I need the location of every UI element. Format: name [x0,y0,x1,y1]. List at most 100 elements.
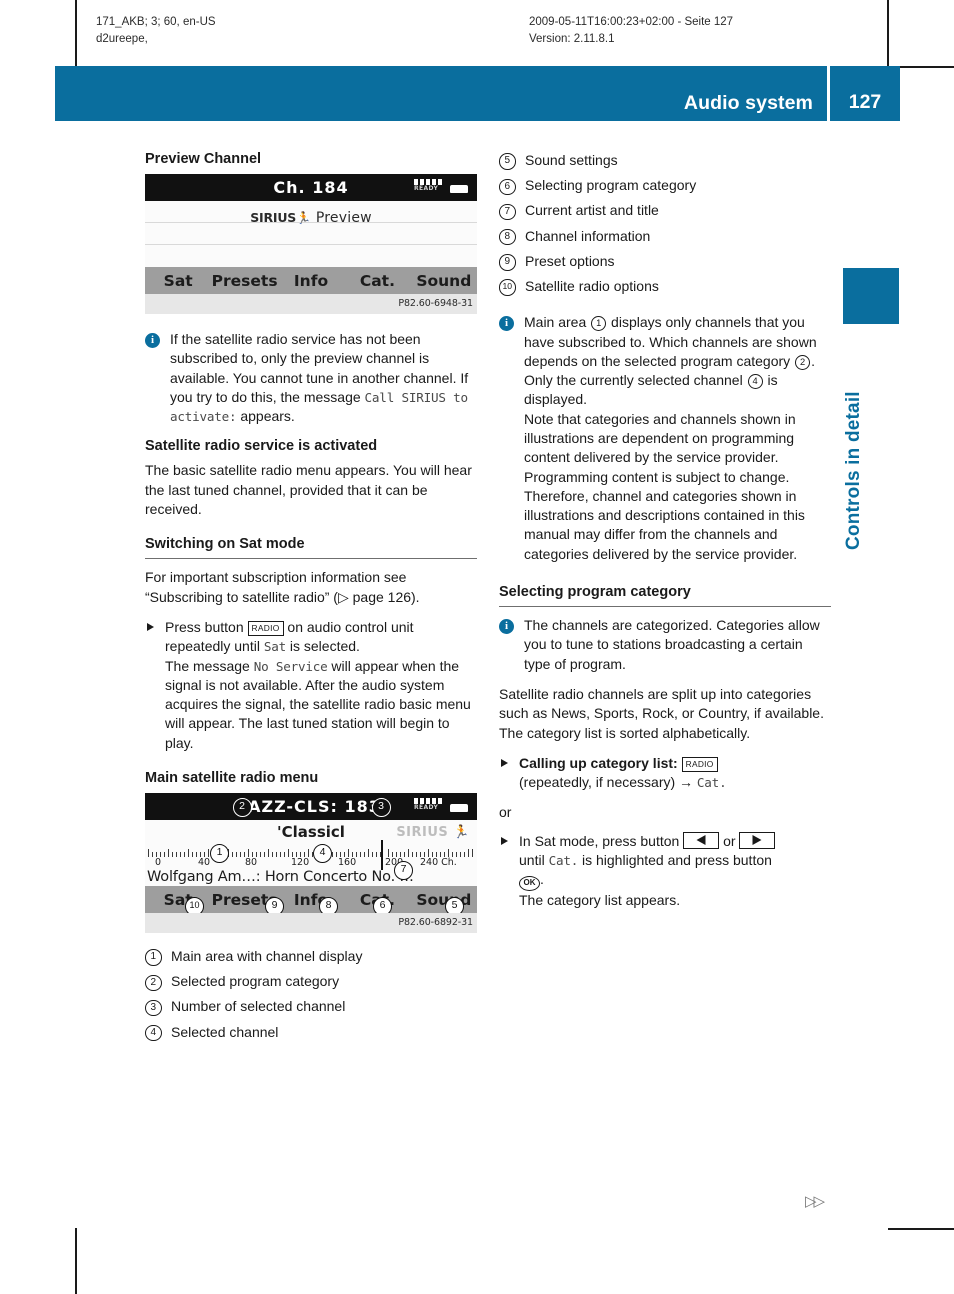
tick-160: 160 [338,857,357,869]
legend-item-8: 8 Channel information [499,224,831,249]
step-lead-text: Press button [165,618,248,635]
callout-1: 1 [210,844,229,864]
step-sat-or: or [719,832,740,849]
current-artist-title: Wolfgang Am…: Horn Concerto No. … [147,869,414,886]
legend-label-3: Number of selected channel [171,998,346,1015]
legend-label-4: Selected channel [171,1023,279,1040]
callout-2: 2 [233,798,252,818]
legend-item-3: 3 Number of selected channel [145,994,477,1019]
side-tab-block [843,268,899,324]
legend-item-4: 4 Selected channel [145,1020,477,1045]
figure-caption-main: P82.60-6892-31 [145,913,477,934]
figure-caption-preview: P82.60-6948-31 [145,294,477,314]
info-icon-categories: i [499,618,514,634]
continuation-marker-icon: ▷▷ [805,1193,825,1210]
menu-item-presets[interactable]: Presets [211,272,278,290]
heading-switching-sat-mode: Switching on Sat mode [145,535,477,560]
radio-key-icon-2[interactable]: RADIO [681,756,718,773]
menu-item-sat[interactable]: Sat [145,272,211,290]
note-preview-only: i If the satellite radio service has not… [145,330,477,426]
step-bullet-icon-3 [501,836,508,845]
running-head-right-line1: 2009-05-11T16:00:23+02:00 - Seite 127 [529,16,734,28]
running-head-right: 2009-05-11T16:00:23+02:00 - Seite 127 Ve… [529,14,733,47]
or-label: or [499,804,512,821]
main-menu-display: JAZZ-CLS: 183 READY 2 3 'Classicl SIRIUS… [145,793,477,914]
step-press-radio-button: Press button RADIO on audio control unit… [145,618,477,753]
step-bullet-icon [147,622,154,631]
note-categories: i The channels are categorized. Categori… [499,616,831,674]
tick-240: 240 Ch. [420,857,457,869]
legend-label-7: Current artist and title [525,202,659,219]
menu-item-info[interactable]: Info [278,272,344,290]
note-main-area: i Main area 1 displays only channels tha… [499,313,831,564]
paragraph-category-split: Satellite radio channels are split up in… [499,685,824,741]
note-main-p3: Therefore, channel and categories shown … [524,487,805,562]
preview-body: SIRIUS🏃 Preview [145,201,477,267]
legend-number-10: 10 [499,279,516,296]
heading-selecting-program-category: Selecting program category [499,583,831,608]
callout-4: 4 [313,844,332,864]
callout-6: 6 [373,897,392,914]
right-column: 5 Sound settings 6 Selecting program cat… [499,150,831,922]
legend-number-1: 1 [145,949,162,966]
legend-number-4: 4 [145,1024,162,1042]
step-calling-up-category-list: Calling up category list: RADIO (repeate… [499,754,831,793]
ready-status-label: READY [414,185,439,192]
note-categories-text: The channels are categorized. Categories… [524,617,820,672]
note-main-a: Main area [524,314,591,331]
figure-preview-channel: Ch. 184 READY SIRIUS🏃 Preview Sat Preset… [145,174,477,314]
heading-service-activated: Satellite radio service is activated [145,438,378,455]
legend-label-10: Satellite radio options [525,278,659,295]
legend-label-5: Sound settings [525,152,618,168]
menu-item-cat[interactable]: Cat. [344,272,410,290]
step-sat-mode-press-button: In Sat mode, press button or until Cat. … [499,831,831,911]
preview-text: Preview [315,210,372,226]
heading-preview-channel: Preview Channel [145,151,262,167]
note-text-b: appears. [236,408,295,425]
crop-mark-top-left [75,0,77,66]
signal-indicator-icon-main: READY [414,798,468,815]
step-call-mono-cat: Cat. [696,775,727,791]
callout-7: 7 [394,861,413,881]
device-icon [450,185,468,193]
step-call-line2: (repeatedly, if necessary) [519,774,680,791]
step-sat-line2b: is highlighted and press button [578,852,772,869]
inline-ref-2: 2 [795,354,811,370]
ok-key-icon[interactable]: OK [519,876,540,892]
callout-5: 5 [445,897,464,914]
legend-list-left: 1 Main area with channel display 2 Selec… [145,944,477,1045]
info-icon: i [145,332,160,348]
legend-label-2: Selected program category [171,973,340,990]
tick-0: 0 [155,857,162,869]
legend-number-2: 2 [145,974,162,992]
signal-bars-icon-main [414,798,443,804]
side-tab-label: Controls in detail [843,391,864,550]
running-head-left-line1: 171_AKB; 3; 60, en-US [96,16,216,28]
running-head-right-line2: Version: 2.11.8.1 [529,32,615,45]
legend-item-6: 6 Selecting program category [499,173,831,198]
info-icon-main-area: i [499,315,514,331]
scale-tick-labels: 0 40 80 120 160 200 240 Ch. [145,857,477,869]
paragraph-service-activated: The basic satellite radio menu appears. … [145,462,472,518]
legend-number-3: 3 [145,999,162,1017]
right-arrow-key-icon[interactable] [739,831,776,849]
preview-topbar: Ch. 184 READY [145,174,477,201]
heading-main-satellite-menu: Main satellite radio menu [145,770,319,787]
step-sat-line3: The category list appears. [519,892,681,909]
main-menu-body: 'Classicl SIRIUS 🏃 0 40 80 120 160 200 2… [145,820,477,887]
menu-item-sound[interactable]: Sound [411,272,477,290]
step-sat-line2a: until [519,852,549,869]
legend-label-8: Channel information [525,227,651,244]
page-number-box: 127 [830,66,900,121]
menu-item-sound-main[interactable]: Sound [411,891,477,909]
legend-item-5: 5 Sound settings [499,148,831,173]
paragraph-subscription-info: For important subscription information s… [145,569,420,605]
left-column: Preview Channel Ch. 184 READY SIRIUS🏃 Pr… [145,150,477,1056]
inline-ref-1: 1 [591,316,607,332]
left-arrow-key-icon[interactable] [683,831,720,849]
tick-120: 120 [291,857,310,869]
radio-key-icon[interactable]: RADIO [247,620,284,637]
signal-indicator-icon: READY [414,179,468,196]
preview-display: Ch. 184 READY SIRIUS🏃 Preview Sat Preset… [145,174,477,294]
legend-item-10: 10 Satellite radio options [499,274,831,299]
